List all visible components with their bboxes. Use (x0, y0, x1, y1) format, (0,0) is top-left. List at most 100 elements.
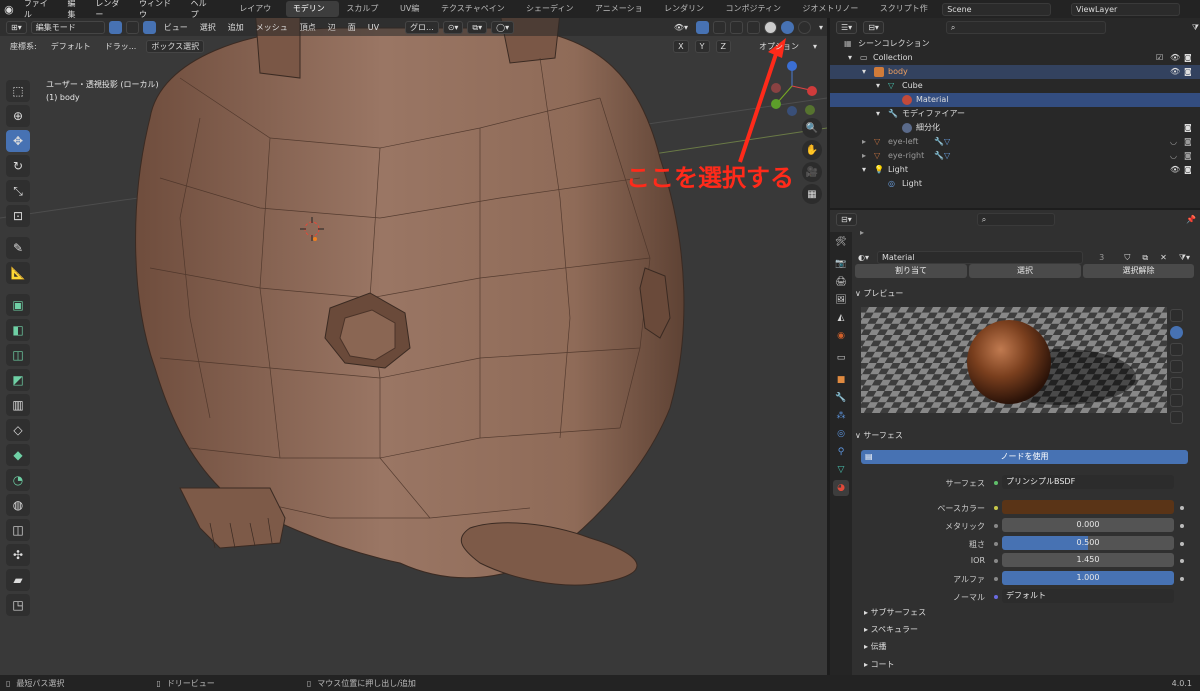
workspace-tab-texture-paint[interactable]: テクスチャペイント (434, 1, 519, 29)
workspace-tab-shading[interactable]: シェーディング (519, 1, 588, 29)
mode-selector[interactable]: 編集モード (30, 20, 105, 34)
outliner-search-input[interactable]: ⌕ (945, 21, 1106, 34)
collapsed-header-arrow-icon[interactable]: ▸ (860, 228, 1190, 238)
material-preview-shading-icon[interactable] (780, 20, 794, 34)
rip-tool-icon[interactable]: ◳ (6, 594, 30, 616)
fake-user-shield-icon[interactable]: ⛉ (1120, 251, 1134, 264)
poly-build-tool-icon[interactable]: ◆ (6, 444, 30, 466)
modifier-tab-icon[interactable]: 🔧 (833, 390, 849, 406)
unlink-material-icon[interactable]: ✕ (1156, 251, 1171, 264)
face-select-icon[interactable] (142, 20, 156, 34)
preview-fluid-icon[interactable] (1170, 411, 1183, 424)
menu-window[interactable]: ウィンドウ (133, 0, 185, 20)
workspace-tab-rendering[interactable]: レンダリング (657, 1, 719, 29)
camera-icon[interactable]: ◙ (1184, 163, 1192, 177)
scene-selector[interactable]: Scene (942, 2, 1052, 16)
metallic-slider[interactable]: 0.000 (1002, 518, 1174, 532)
measure-tool-icon[interactable]: 📐 (6, 262, 30, 284)
filter-funnel-icon[interactable]: ⧩▾ (1175, 251, 1194, 264)
grid-perspective-icon[interactable]: ▦ (802, 184, 822, 204)
preview-plane-icon[interactable] (1170, 309, 1183, 322)
solid-shading-icon[interactable] (763, 20, 777, 34)
snap-icon[interactable]: ⧉▾ (467, 20, 488, 34)
menu-file[interactable]: ファイル (18, 0, 62, 20)
loop-cut-tool-icon[interactable]: ▥ (6, 394, 30, 416)
scale-tool-icon[interactable]: ⤡ (6, 180, 30, 202)
outliner-row[interactable]: ▸ ▽ eye-right 🔧▽ ◡ ◙ (830, 149, 1200, 163)
shading-options-chevron-icon[interactable]: ▾ (815, 21, 827, 34)
annotate-tool-icon[interactable]: ✎ (6, 237, 30, 259)
surface-shader-selector[interactable]: プリンシプルBSDF (1002, 475, 1174, 489)
expand-chevron-icon[interactable]: ▾ (862, 163, 866, 177)
pivot-icon[interactable]: ⊙▾ (442, 20, 464, 34)
spin-tool-icon[interactable]: ◔ (6, 469, 30, 491)
eye-icon[interactable]: 👁 (1170, 163, 1180, 177)
hidden-eye-icon[interactable]: ◡ (1170, 149, 1177, 163)
outliner-row[interactable]: ▾ body 👁 ◙ (830, 65, 1200, 79)
preview-cube-icon[interactable] (1170, 343, 1183, 356)
eye-icon[interactable]: 👁 (1170, 65, 1180, 79)
surface-panel-header[interactable]: ∨ サーフェス (855, 428, 1195, 444)
mirror-y-toggle[interactable]: Y (694, 39, 710, 53)
collection-tab-icon[interactable]: ▭ (833, 350, 849, 366)
menu-help[interactable]: ヘルプ (185, 0, 221, 20)
visibility-icon[interactable]: 👁▾ (670, 21, 692, 34)
eye-icon[interactable]: 👁 (1170, 51, 1180, 65)
duplicate-material-icon[interactable]: ⧉ (1138, 251, 1152, 264)
keyframe-dot-icon[interactable] (1180, 524, 1184, 528)
properties-search-input[interactable]: ⌕ (976, 213, 1055, 226)
camera-icon[interactable]: ◙ (1184, 135, 1192, 149)
view-layer-selector[interactable]: ViewLayer (1070, 2, 1180, 16)
workspace-tab-modeling[interactable]: モデリング (285, 1, 340, 29)
preview-sphere-icon[interactable] (1170, 326, 1183, 339)
material-browse-icon[interactable]: ◐▾ (854, 251, 873, 264)
expand-chevron-icon[interactable]: ▾ (876, 79, 880, 93)
vertex-select-icon[interactable] (108, 20, 122, 34)
menu-mesh[interactable]: メッシュ (252, 21, 292, 34)
blender-logo-icon[interactable]: ◉ (0, 0, 18, 18)
subpanel-subsurface[interactable]: ▸ サブサーフェス (864, 605, 1200, 621)
inset-tool-icon[interactable]: ◫ (6, 344, 30, 366)
expand-chevron-icon[interactable]: ▾ (862, 65, 866, 79)
menu-render[interactable]: レンダー (89, 0, 133, 20)
menu-add[interactable]: 追加 (224, 21, 248, 34)
preview-monkey-icon[interactable] (1170, 377, 1183, 390)
menu-view[interactable]: ビュー (160, 21, 192, 34)
particles-tab-icon[interactable]: ⁂ (833, 408, 849, 424)
menu-select[interactable]: 選択 (196, 21, 220, 34)
world-tab-icon[interactable]: ◉ (833, 328, 849, 344)
normal-input[interactable]: デフォルト (1002, 589, 1174, 603)
physics-tab-icon[interactable]: ◎ (833, 426, 849, 442)
orientation-selector[interactable]: デフォルト (47, 40, 95, 53)
proportional-edit-icon[interactable]: ◯▾ (491, 20, 515, 34)
add-cube-tool-icon[interactable]: ▣ (6, 294, 30, 316)
knife-tool-icon[interactable]: ◇ (6, 419, 30, 441)
outliner-row[interactable]: ▾ ▽ Cube (830, 79, 1200, 93)
overlay-toggle-icon[interactable] (712, 20, 726, 34)
expand-chevron-icon[interactable]: ▾ (876, 107, 880, 121)
workspace-tab-uv[interactable]: UV編集 (393, 1, 434, 29)
select-button[interactable]: 選択 (969, 264, 1081, 278)
expand-chevron-icon[interactable]: ▾ (848, 51, 852, 65)
move-tool-icon[interactable]: ✥ (6, 130, 30, 152)
outliner-row[interactable]: ▾ 💡 Light 👁 ◙ (830, 163, 1200, 177)
subpanel-specular[interactable]: ▸ スペキュラー (864, 622, 1200, 638)
camera-icon[interactable]: ◙ (1184, 149, 1192, 163)
outliner-row[interactable]: ▦ シーンコレクション (830, 37, 1200, 51)
menu-vertex[interactable]: 頂点 (296, 21, 320, 34)
shear-tool-icon[interactable]: ▰ (6, 569, 30, 591)
preview-hair-icon[interactable] (1170, 360, 1183, 373)
expand-chevron-icon[interactable]: ▸ (862, 149, 866, 163)
keyframe-dot-icon[interactable] (1180, 506, 1184, 510)
deselect-button[interactable]: 選択解除 (1083, 264, 1194, 278)
use-nodes-button[interactable]: ▤ ノードを使用 (861, 450, 1188, 464)
select-box-tool-icon[interactable]: ⬚ (6, 80, 30, 102)
outliner-row[interactable]: ▸ ▽ eye-left 🔧▽ ◡ ◙ (830, 135, 1200, 149)
assign-button[interactable]: 割り当て (855, 264, 967, 278)
menu-edit[interactable]: 編集 (61, 0, 89, 20)
workspace-tab-compositing[interactable]: コンポジティング (719, 1, 796, 29)
scene-tab-icon[interactable]: ◭ (833, 310, 849, 326)
camera-icon[interactable]: ◙ (1184, 121, 1192, 135)
preview-cloth-icon[interactable] (1170, 394, 1183, 407)
extrude-tool-icon[interactable]: ◧ (6, 319, 30, 341)
